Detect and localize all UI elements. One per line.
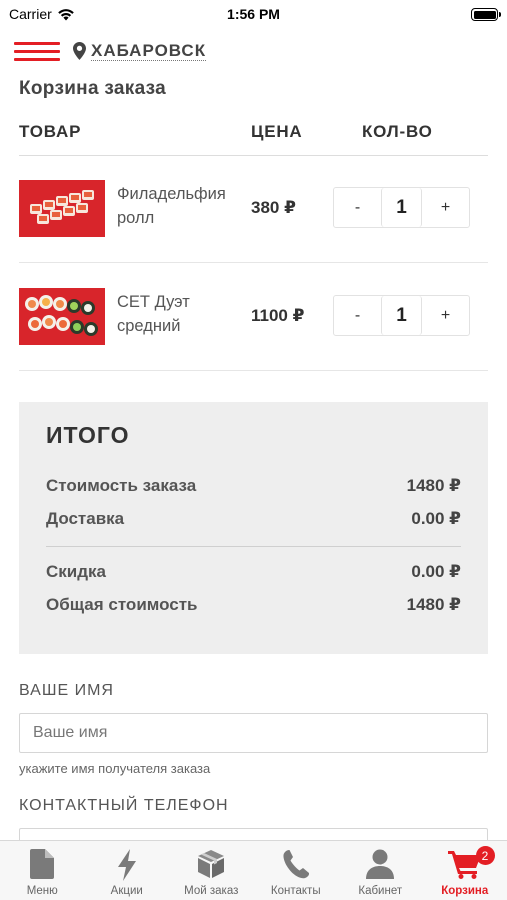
box-icon xyxy=(198,850,225,878)
location-pin-icon xyxy=(73,42,86,60)
phone-label: КОНТАКТНЫЙ ТЕЛЕФОН xyxy=(19,797,229,814)
column-product: ТОВАР xyxy=(19,122,82,141)
phone-icon xyxy=(283,850,309,879)
cart-table-header: ТОВАР ЦЕНА КОЛ-ВО xyxy=(19,120,488,156)
summary-value: 1480 ₽ xyxy=(406,476,461,495)
decrease-button[interactable]: - xyxy=(334,296,381,335)
summary-label: Стоимость заказа xyxy=(46,476,197,495)
document-icon xyxy=(30,849,55,879)
summary-row-discount: Скидка 0.00 ₽ xyxy=(46,562,461,582)
lightning-icon xyxy=(117,849,136,881)
tab-label: Мой заказ xyxy=(184,885,239,897)
page-title: Корзина заказа xyxy=(19,78,167,99)
name-hint: укажите имя получателя заказа xyxy=(19,761,211,776)
city-name: ХАБАРОВСК xyxy=(91,41,207,61)
clock: 1:56 PM xyxy=(227,6,280,22)
summary-value: 1480 ₽ xyxy=(406,595,461,614)
name-input[interactable] xyxy=(19,713,488,753)
product-price: 1100 ₽ xyxy=(251,306,305,325)
tab-cart[interactable]: 2 Корзина xyxy=(423,841,507,900)
increase-button[interactable]: + xyxy=(422,188,469,227)
column-price: ЦЕНА xyxy=(251,122,303,141)
tab-label: Акции xyxy=(110,885,143,897)
decrease-button[interactable]: - xyxy=(334,188,381,227)
tab-label: Контакты xyxy=(270,885,321,897)
column-qty: КОЛ-ВО xyxy=(362,122,433,141)
tab-menu[interactable]: Меню xyxy=(0,841,85,900)
summary-value: 0.00 ₽ xyxy=(411,509,461,528)
product-price: 380 ₽ xyxy=(251,198,296,217)
menu-button[interactable] xyxy=(14,40,60,64)
summary-row-delivery: Доставка 0.00 ₽ xyxy=(46,509,461,529)
name-label: ВАШЕ ИМЯ xyxy=(19,682,114,699)
tab-bar: Меню Акции Мой заказ Контакты Кабинет 2 … xyxy=(0,840,507,900)
summary-label: Общая стоимость xyxy=(46,595,198,614)
city-selector[interactable]: ХАБАРОВСК xyxy=(73,41,207,61)
product-image xyxy=(19,288,105,345)
battery-icon xyxy=(471,8,501,21)
status-bar: Carrier 1:56 PM xyxy=(0,0,507,28)
quantity-stepper: - 1 + xyxy=(333,187,470,228)
increase-button[interactable]: + xyxy=(422,296,469,335)
tab-label: Корзина xyxy=(441,885,489,897)
cart-item: СЕТ Дуэт средний 1100 ₽ - 1 + xyxy=(19,263,488,371)
order-summary: ИТОГО Стоимость заказа 1480 ₽ Доставка 0… xyxy=(19,402,488,654)
summary-label: Скидка xyxy=(46,562,106,581)
summary-row-order-cost: Стоимость заказа 1480 ₽ xyxy=(46,476,461,496)
user-icon xyxy=(366,849,395,879)
app-header: ХАБАРОВСК xyxy=(0,34,507,70)
cart-count-badge: 2 xyxy=(475,846,495,865)
summary-row-total: Общая стоимость 1480 ₽ xyxy=(46,595,461,615)
tab-promotions[interactable]: Акции xyxy=(85,841,170,900)
product-image xyxy=(19,180,105,237)
summary-divider xyxy=(46,546,461,547)
tab-label: Меню xyxy=(26,885,58,897)
product-name: Филадельфия ролл xyxy=(117,185,226,227)
divider xyxy=(19,370,488,371)
quantity-value: 1 xyxy=(381,188,422,227)
tab-label: Кабинет xyxy=(358,885,403,897)
tab-account[interactable]: Кабинет xyxy=(338,841,423,900)
product-name: СЕТ Дуэт средний xyxy=(117,293,190,335)
quantity-stepper: - 1 + xyxy=(333,295,470,336)
summary-label: Доставка xyxy=(46,509,125,528)
tab-my-order[interactable]: Мой заказ xyxy=(169,841,254,900)
cart-item: Филадельфия ролл 380 ₽ - 1 + xyxy=(19,155,488,263)
summary-title: ИТОГО xyxy=(46,422,130,448)
tab-contacts[interactable]: Контакты xyxy=(254,841,339,900)
quantity-value: 1 xyxy=(381,296,422,335)
summary-value: 0.00 ₽ xyxy=(411,562,461,581)
